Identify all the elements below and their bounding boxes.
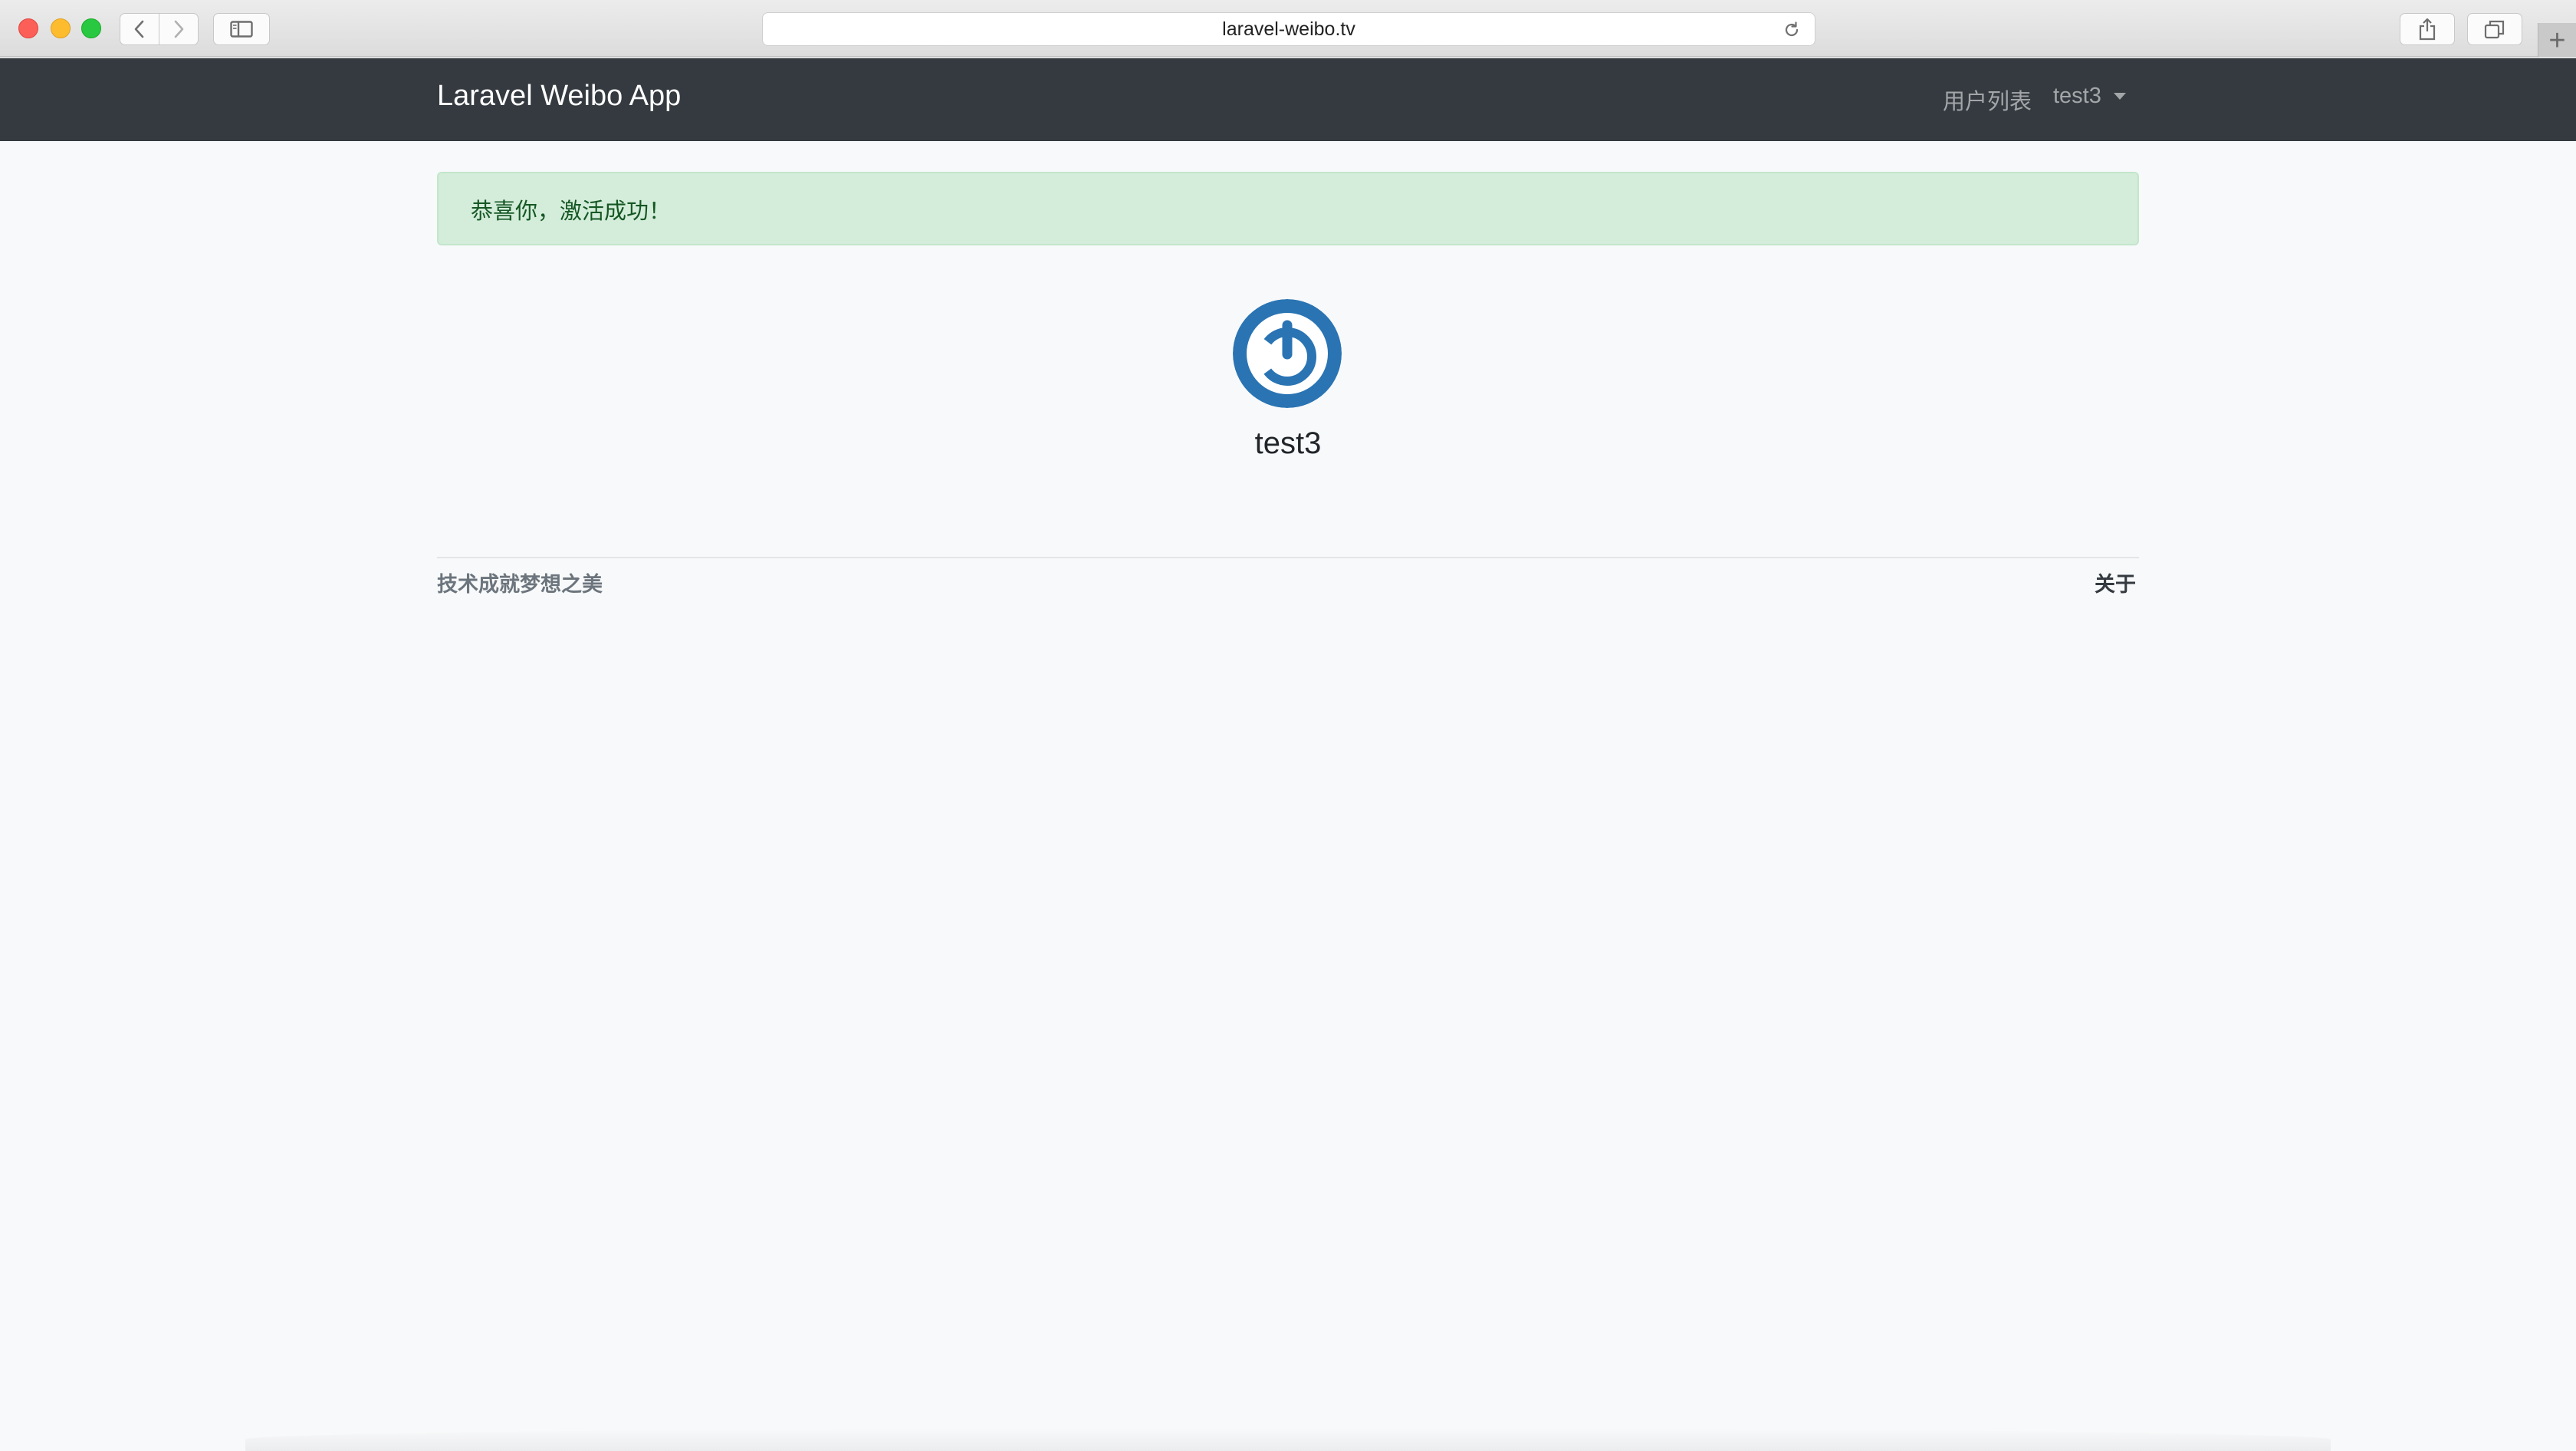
success-alert: 恭喜你，激活成功！ (437, 172, 2139, 245)
url-text: laravel-weibo.tv (1222, 18, 1355, 40)
window-bottom-shadow (245, 1428, 2331, 1451)
new-tab-button[interactable]: + (2538, 23, 2576, 58)
back-button[interactable] (120, 13, 159, 45)
caret-down-icon (2113, 93, 2126, 100)
plus-icon: + (2548, 24, 2566, 57)
tabs-icon (2484, 20, 2505, 39)
close-window-button[interactable] (18, 18, 38, 38)
browser-toolbar: laravel-weibo.tv + (0, 0, 2576, 58)
brand-link[interactable]: Laravel Weibo App (437, 80, 681, 113)
profile-username: test3 (1254, 426, 1322, 460)
user-dropdown-toggle[interactable]: test3 (2053, 84, 2126, 109)
address-bar[interactable]: laravel-weibo.tv (762, 12, 1815, 46)
site-navbar: Laravel Weibo App 用户列表 test3 (0, 58, 2576, 141)
zoom-window-button[interactable] (81, 18, 101, 38)
share-button[interactable] (2400, 13, 2455, 45)
footer-about-link[interactable]: 关于 (2095, 568, 2136, 597)
chevron-left-icon (134, 20, 144, 38)
chevron-right-icon (174, 20, 184, 38)
alert-message: 恭喜你，激活成功！ (471, 199, 672, 224)
share-icon (2419, 18, 2436, 41)
nav-users-link[interactable]: 用户列表 (1943, 84, 2032, 116)
footer-slogan: 技术成就梦想之美 (437, 573, 603, 596)
sidebar-icon (230, 21, 253, 38)
user-dropdown-label: test3 (2053, 84, 2101, 108)
avatar[interactable] (1233, 299, 1342, 408)
reload-icon[interactable] (1783, 21, 1801, 39)
sidebar-toggle-button[interactable] (213, 13, 270, 45)
tab-overview-button[interactable] (2467, 13, 2522, 45)
minimize-window-button[interactable] (51, 18, 71, 38)
footer-divider (437, 557, 2139, 558)
forward-button[interactable] (159, 13, 199, 45)
